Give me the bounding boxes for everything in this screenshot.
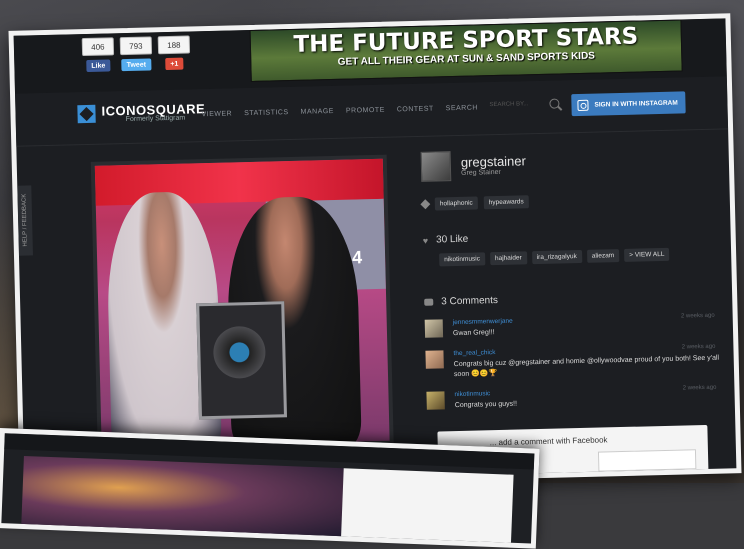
likers-list: nikotinmusic hajhaider ira_rizagalyuk al… [439,246,723,267]
search-icon[interactable] [549,98,560,109]
nav-contest[interactable]: CONTEST [397,106,434,114]
instagram-icon [577,99,589,111]
nav-manage[interactable]: MANAGE [301,108,335,116]
liker-chip[interactable]: hajhaider [489,251,527,266]
commenter-avatar[interactable] [426,391,445,411]
post-author: gregstainer Greg Stainer [420,145,722,182]
tag-chip[interactable]: hypeawards [483,195,529,210]
nav-search[interactable]: SEARCH [446,104,478,112]
nav-promote[interactable]: PROMOTE [346,107,385,115]
comment-time: 2 weeks ago [681,344,716,351]
facebook-comment-input[interactable] [597,449,697,472]
liker-chip[interactable]: aliezam [586,249,620,263]
likes-header: ♥ 30 Like [423,228,723,246]
tweet-button[interactable]: Tweet [121,58,152,72]
twitter-share: 793 Tweet [119,36,153,72]
comments-count: 3 Comments [441,295,499,308]
tag-chip[interactable]: hollaphonic [434,196,478,211]
gplus-button[interactable]: +1 [165,57,184,71]
signin-label: SIGN IN WITH INSTAGRAM [594,99,678,109]
gplus-share: 188 +1 [157,35,191,71]
main-nav: VIEWER STATISTICS MANAGE PROMOTE CONTEST… [202,104,479,118]
facebook-count: 406 [81,37,115,57]
facebook-like-button[interactable]: Like [86,59,111,72]
comment-item: the_real_chick Congrats big cuz @gregsta… [425,344,726,380]
tags-row: hollaphonic hypeawards [420,191,722,211]
tag-icon [420,199,431,210]
second-screenshot [0,428,540,549]
liker-chip[interactable]: nikotinmusic [439,252,486,267]
nav-statistics[interactable]: STATISTICS [244,109,289,117]
likes-count: 30 Like [435,233,469,246]
view-all-likes-button[interactable]: > VIEW ALL [624,247,670,262]
comment-time: 2 weeks ago [680,312,715,320]
nav-viewer[interactable]: VIEWER [202,110,233,118]
avatar[interactable] [420,151,452,182]
share-buttons: 406 Like 793 Tweet 188 +1 [81,35,191,72]
twitter-count: 793 [119,36,153,56]
heart-icon: ♥ [422,235,429,246]
second-screenshot-panel [341,468,514,545]
full-name: Greg Stainer [461,168,501,177]
facebook-share: 406 Like [81,37,115,72]
gplus-count: 188 [157,35,191,55]
logo-icon [77,104,96,124]
comment-item: nikotinmusic Congrats you guys!! 2 weeks… [426,385,726,412]
second-screenshot-photo [21,455,344,539]
comment-text: Congrats big cuz @gregstainer and homie … [453,355,720,378]
feedback-tab[interactable]: HELP / FEEDBACK [17,185,33,256]
comments-header: 3 Comments [424,289,724,307]
comment-icon [424,298,434,306]
liker-chip[interactable]: ira_rizagalyuk [531,249,582,265]
iconosquare-logo[interactable]: ICONOSQUARE Formerly Statigram [77,101,205,124]
ad-banner[interactable]: THE FUTURE SPORT STARS GET ALL THEIR GEA… [249,19,683,82]
post-details: gregstainer Greg Stainer hollaphonic hyp… [420,145,727,412]
commenter-avatar[interactable] [424,319,444,338]
comment-time: 2 weeks ago [682,385,717,392]
iconosquare-screenshot: 406 Like 793 Tweet 188 +1 THE FUTURE SPO… [8,13,742,491]
comment-item: jennesmmenwerjane Gwan Greg!!! 2 weeks a… [424,312,725,339]
facebook-comment-prompt: ... add a comment with Facebook [489,435,608,448]
commenter-avatar[interactable] [425,350,444,370]
username[interactable]: gregstainer [461,153,526,170]
post-photo[interactable]: 2014 [94,158,390,448]
signin-instagram-button[interactable]: SIGN IN WITH INSTAGRAM [571,91,686,117]
